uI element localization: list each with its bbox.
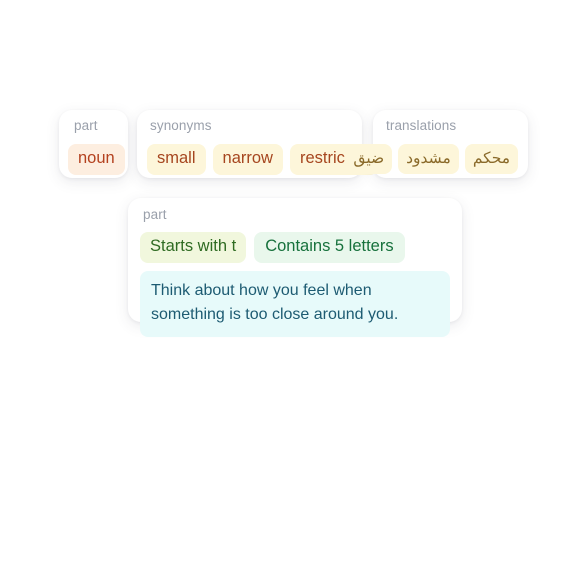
synonyms-card-label: synonyms <box>150 118 212 133</box>
translations-card: translations محكم مشدود ضيق <box>345 110 528 178</box>
clue-chip-letter-count[interactable]: Contains 5 letters <box>254 231 405 263</box>
translation-chip[interactable]: محكم <box>464 143 518 174</box>
part-of-speech-card-label: part <box>74 118 98 133</box>
translation-chip[interactable]: مشدود <box>398 143 459 174</box>
translations-card-label: translations <box>386 118 457 133</box>
clues-card-label: part <box>143 207 167 222</box>
part-of-speech-chip[interactable]: noun <box>68 143 125 175</box>
clues-chip-row: Starts with t Contains 5 letters <box>140 231 450 263</box>
synonym-chip[interactable]: small <box>147 143 206 175</box>
hint-text: Think about how you feel when something … <box>140 270 450 338</box>
clue-chip-starts-with[interactable]: Starts with t <box>140 231 247 263</box>
part-of-speech-chip-row: noun <box>68 143 125 175</box>
translation-chip[interactable]: ضيق <box>345 143 393 174</box>
synonym-chip[interactable]: narrow <box>212 143 283 175</box>
clues-card: part Starts with t Contains 5 letters Th… <box>128 198 462 338</box>
synonyms-chip-row: small narrow restricted <box>147 143 378 175</box>
translations-chip-row: محكم مشدود ضيق <box>345 143 518 174</box>
part-of-speech-card: part noun <box>59 110 128 178</box>
synonyms-card: synonyms small narrow restricted <box>137 110 378 178</box>
